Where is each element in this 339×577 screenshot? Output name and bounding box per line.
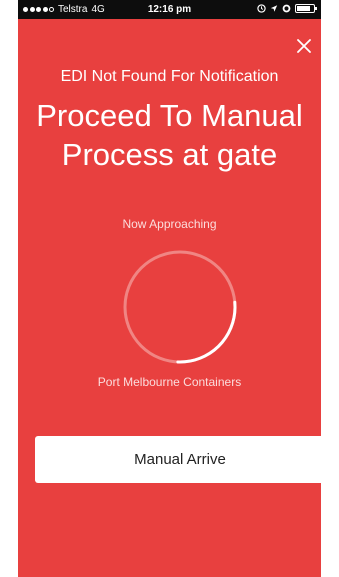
approach-label: Now Approaching: [122, 217, 217, 231]
manual-arrive-button[interactable]: Manual Arrive: [35, 436, 321, 483]
app-screen: Telstra 4G 12:16 pm EDI Not Found For No…: [18, 0, 321, 577]
status-right: [257, 4, 317, 13]
approach-progress-ring: [123, 250, 237, 364]
notification-title: Proceed To Manual Process at gate: [36, 98, 303, 172]
status-bar: Telstra 4G 12:16 pm: [18, 0, 321, 19]
battery-icon: [295, 4, 317, 13]
progress-ring-fill: [123, 250, 237, 364]
location-arrow-icon: [270, 5, 278, 12]
close-icon: [297, 39, 311, 53]
alarm-icon: [257, 4, 266, 13]
bluetooth-icon: [282, 4, 291, 13]
location-name: Port Melbourne Containers: [97, 375, 242, 389]
close-button[interactable]: [291, 33, 317, 59]
notification-subtitle: EDI Not Found For Notification: [60, 68, 279, 85]
